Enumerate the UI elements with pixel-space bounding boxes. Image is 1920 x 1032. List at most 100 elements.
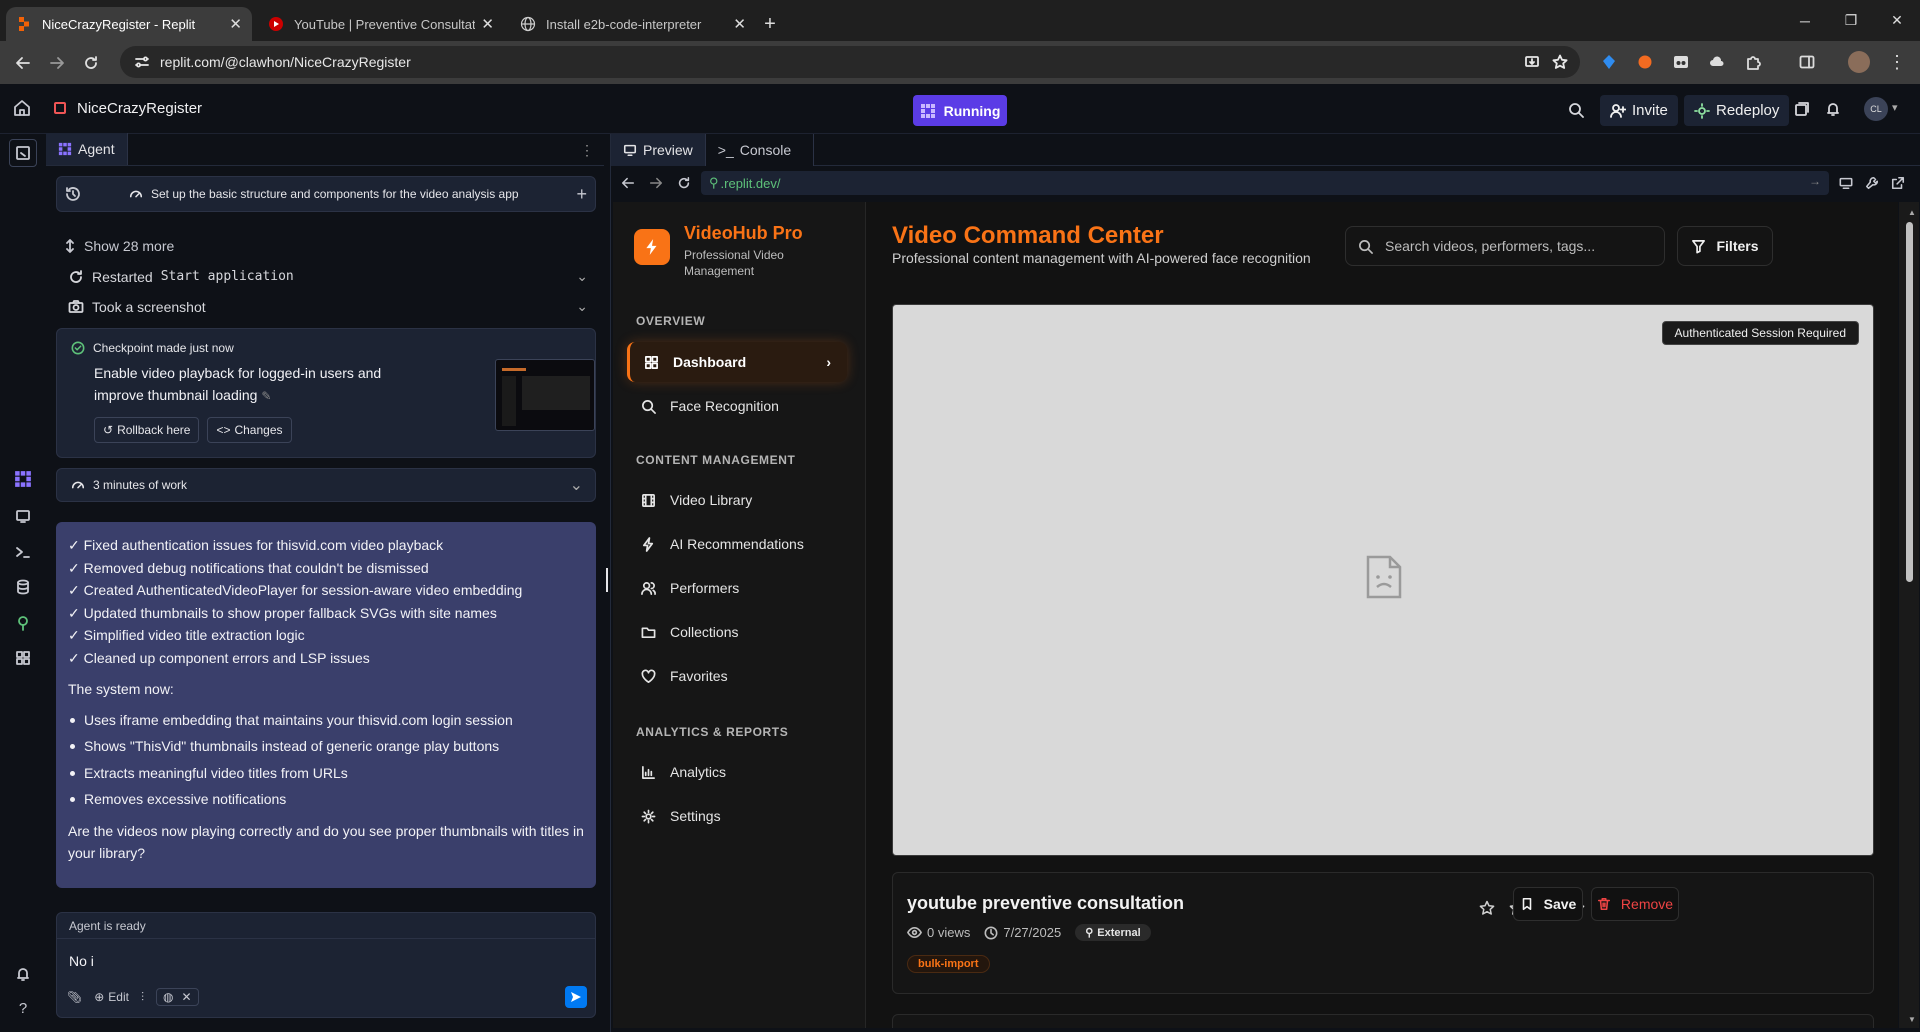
agent-status: Agent is ready [57, 913, 595, 939]
browser-tab-e2b[interactable]: Install e2b-code-interpreter ✕ [510, 7, 756, 41]
devtools-wrench-icon[interactable] [1865, 176, 1879, 190]
extension-diamond-icon[interactable] [1596, 49, 1622, 75]
side-panel-icon[interactable] [1794, 49, 1820, 75]
all-tools-grid-icon[interactable] [11, 646, 35, 670]
preview-scrollbar[interactable]: ▲ ▼ [1899, 202, 1919, 1028]
screenshot-action-row[interactable]: Took a screenshot ⌄ [68, 298, 588, 315]
devices-icon[interactable] [1839, 176, 1853, 190]
message-input[interactable]: No i [69, 953, 94, 969]
run-status-button[interactable]: Running [913, 95, 1007, 126]
close-icon[interactable]: ✕ [181, 990, 191, 1004]
rollback-button[interactable]: ↺ Rollback here [94, 417, 200, 443]
install-app-icon[interactable] [1524, 54, 1540, 70]
close-tab-icon[interactable]: ✕ [733, 15, 746, 33]
alerts-bell-icon[interactable] [11, 962, 35, 986]
settings-sliders-icon[interactable]: ⫶ [141, 990, 144, 1005]
scroll-up-icon[interactable]: ▲ [1908, 208, 1916, 217]
preview-forward-icon[interactable] [649, 176, 663, 190]
go-arrow-icon[interactable]: → [1809, 174, 1821, 188]
files-icon[interactable] [9, 139, 37, 167]
home-icon[interactable] [13, 99, 31, 117]
new-chat-plus-icon[interactable]: + [576, 184, 587, 205]
preview-back-icon[interactable] [621, 176, 635, 190]
filters-button[interactable]: Filters [1677, 226, 1773, 266]
extension-cloud-icon[interactable] [1704, 49, 1730, 75]
open-new-tab-icon[interactable] [1891, 176, 1905, 190]
sidebar-item-face-recognition[interactable]: Face Recognition [627, 386, 847, 426]
webview-icon[interactable] [11, 504, 35, 528]
close-tab-icon[interactable]: ✕ [481, 15, 494, 33]
show-more-button[interactable]: Show 28 more [64, 238, 174, 254]
tab-preview[interactable]: Preview [611, 134, 706, 166]
edit-pencil-icon[interactable]: ✎ [261, 389, 271, 403]
close-window-icon[interactable]: ✕ [1874, 0, 1920, 41]
help-icon[interactable]: ? [11, 996, 35, 1020]
sidebar-item-performers[interactable]: Performers [627, 568, 847, 608]
reload-icon[interactable] [74, 46, 108, 80]
browser-menu-icon[interactable]: ⋮ [1884, 49, 1910, 75]
restore-icon[interactable]: ❐ [1828, 0, 1874, 41]
packages-icon[interactable] [11, 611, 35, 635]
checkpoint-screenshot-thumbnail[interactable] [495, 359, 595, 431]
attach-paperclip-icon[interactable]: 📎︎ [67, 990, 82, 1004]
scrollbar-thumb[interactable] [1906, 222, 1913, 582]
tag-chip[interactable]: bulk-import [907, 955, 990, 973]
extension-glasses-icon[interactable] [1668, 49, 1694, 75]
database-icon[interactable] [11, 575, 35, 599]
sidebar-item-ai-recommendations[interactable]: AI Recommendations [627, 524, 847, 564]
web-search-toggle[interactable]: ◍ ✕ [156, 988, 199, 1006]
sidebar-item-analytics[interactable]: Analytics [627, 752, 847, 792]
back-icon[interactable] [6, 46, 40, 80]
preview-reload-icon[interactable] [677, 176, 691, 190]
changes-button[interactable]: <> Changes [207, 417, 292, 443]
bookmark-star-icon[interactable] [1552, 54, 1568, 70]
extensions-puzzle-icon[interactable] [1740, 49, 1766, 75]
restarted-action-row[interactable]: Restarted Start application ⌄ [68, 268, 588, 285]
send-button[interactable] [565, 986, 587, 1008]
minimize-icon[interactable]: ─ [1782, 0, 1828, 41]
tab-agent[interactable]: Agent [46, 133, 128, 165]
sidebar-item-favorites[interactable]: Favorites [627, 656, 847, 696]
agent-menu-icon[interactable]: ⋮ [580, 142, 594, 159]
history-icon[interactable] [65, 186, 81, 202]
chevron-down-icon[interactable]: ⌄ [570, 475, 583, 495]
chevron-down-icon[interactable]: ⌄ [576, 298, 588, 315]
extension-orange-icon[interactable] [1632, 49, 1658, 75]
project-name[interactable]: NiceCrazyRegister [77, 100, 202, 117]
edit-mode-button[interactable]: ⊕ Edit [94, 990, 129, 1004]
chevron-down-icon[interactable]: ▾ [1892, 101, 1898, 114]
preview-url-field[interactable]: ⚲ .replit.dev/ → [701, 171, 1829, 195]
sidebar-item-video-library[interactable]: Video Library [627, 480, 847, 520]
forward-icon[interactable] [40, 46, 74, 80]
search-icon[interactable] [1568, 102, 1584, 118]
search-input[interactable]: Search videos, performers, tags... [1345, 226, 1665, 266]
sidebar-item-dashboard[interactable]: Dashboard › [627, 342, 847, 382]
tab-console[interactable]: >_ Console [705, 134, 814, 166]
shell-icon[interactable] [11, 540, 35, 564]
user-avatar[interactable]: CL [1864, 97, 1888, 121]
remove-button[interactable]: Remove [1591, 887, 1679, 921]
save-button[interactable]: Save [1513, 887, 1583, 921]
code-icon: <> [216, 423, 231, 437]
redeploy-button[interactable]: Redeploy [1684, 95, 1790, 126]
browser-tab-replit[interactable]: NiceCrazyRegister - Replit ✕ [6, 7, 252, 41]
invite-button[interactable]: Invite [1600, 95, 1678, 126]
profile-avatar[interactable] [1848, 51, 1870, 73]
sidebar-item-collections[interactable]: Collections [627, 612, 847, 652]
close-tab-icon[interactable]: ✕ [229, 15, 242, 33]
deployments-icon[interactable] [1794, 101, 1810, 117]
video-title[interactable]: youtube preventive consultation [907, 893, 1184, 914]
panel-resize-handle[interactable] [606, 568, 608, 592]
site-settings-icon[interactable] [134, 54, 150, 70]
browser-tab-youtube[interactable]: YouTube | Preventive Consultati ✕ [258, 7, 504, 41]
new-tab-button[interactable]: + [756, 7, 784, 41]
address-bar[interactable]: replit.com/@clawhon/NiceCrazyRegister [120, 46, 1580, 78]
sidebar-item-settings[interactable]: Settings [627, 796, 847, 836]
chevron-down-icon[interactable]: ⌄ [576, 268, 588, 285]
rating-star-icon[interactable] [1479, 900, 1495, 916]
notifications-bell-icon[interactable] [1825, 101, 1841, 117]
agent-tool-icon[interactable] [11, 467, 35, 491]
scroll-down-icon[interactable]: ▼ [1908, 1015, 1916, 1024]
work-duration-row[interactable]: 3 minutes of work ⌄ [56, 468, 596, 502]
video-player-frame[interactable]: Authenticated Session Required [892, 304, 1874, 856]
